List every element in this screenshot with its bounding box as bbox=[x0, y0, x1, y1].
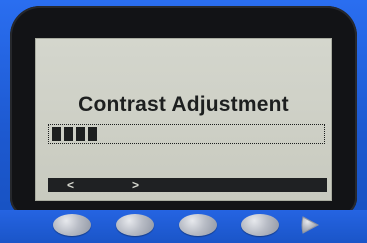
softkey-3[interactable] bbox=[179, 214, 217, 236]
nav-left-label[interactable]: < bbox=[67, 178, 74, 192]
device-body: Contrast Adjustment < > bbox=[0, 0, 367, 243]
softkey-1[interactable] bbox=[53, 214, 91, 236]
play-arrow-icon[interactable] bbox=[297, 214, 323, 236]
softkey-2[interactable] bbox=[116, 214, 154, 236]
navigation-strip: < > bbox=[48, 178, 327, 192]
nav-right-label[interactable]: > bbox=[132, 178, 139, 192]
contrast-bar[interactable] bbox=[48, 124, 325, 144]
lcd-screen: Contrast Adjustment < > bbox=[35, 38, 332, 201]
contrast-level-blocks bbox=[52, 127, 97, 141]
contrast-block bbox=[88, 127, 97, 141]
softkey-4[interactable] bbox=[241, 214, 279, 236]
contrast-block bbox=[52, 127, 61, 141]
screen-title: Contrast Adjustment bbox=[78, 93, 289, 116]
contrast-block bbox=[76, 127, 85, 141]
contrast-block bbox=[64, 127, 73, 141]
